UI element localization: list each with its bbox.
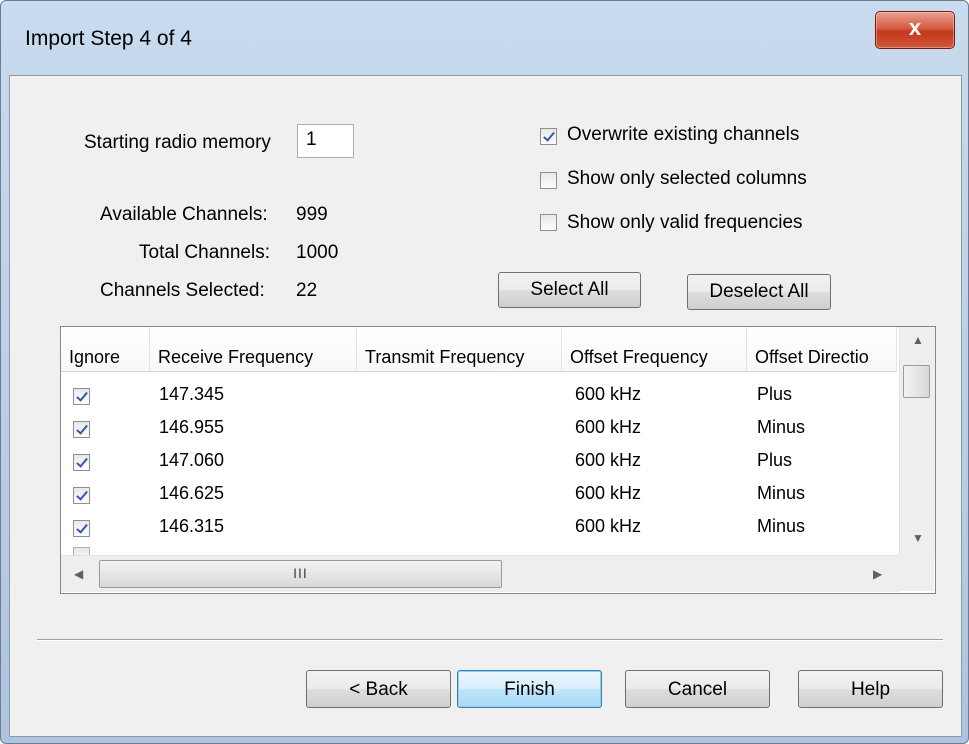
ignore-checkbox[interactable] <box>73 520 90 537</box>
selected-columns-label[interactable]: Show only selected columns <box>567 168 807 190</box>
horizontal-scroll-thumb[interactable]: III <box>99 560 502 588</box>
offset-cell: 600 kHz <box>575 384 642 404</box>
valid-frequencies-label[interactable]: Show only valid frequencies <box>567 212 803 234</box>
close-icon: x <box>908 15 922 40</box>
ignore-checkbox[interactable] <box>73 454 90 471</box>
offset-cell: 600 kHz <box>575 483 642 503</box>
starting-memory-input[interactable]: 1 <box>297 124 354 158</box>
arrow-right-icon[interactable]: ▶ <box>873 567 882 581</box>
direction-cell: Plus <box>757 450 793 470</box>
vertical-scroll-thumb[interactable] <box>903 365 930 398</box>
overwrite-checkbox[interactable] <box>540 128 557 145</box>
back-button[interactable]: < Back <box>306 670 451 708</box>
total-channels-label: Total Channels: <box>139 242 270 263</box>
channels-selected-value: 22 <box>296 280 318 301</box>
close-button[interactable]: x <box>875 11 955 49</box>
receive-cell: 147.345 <box>159 384 225 404</box>
ignore-checkbox[interactable] <box>73 547 90 555</box>
available-channels-label: Available Channels: <box>100 204 268 225</box>
receive-cell: 146.955 <box>159 417 225 437</box>
offset-cell: 600 kHz <box>575 450 642 470</box>
overwrite-label[interactable]: Overwrite existing channels <box>567 124 799 146</box>
window-title: Import Step 4 of 4 <box>25 27 192 50</box>
direction-cell: Minus <box>757 516 806 536</box>
table-row[interactable]: 146.955 600 kHz Minus <box>61 413 897 446</box>
import-dialog: Import Step 4 of 4 x Starting radio memo… <box>0 0 969 744</box>
direction-cell: Minus <box>757 417 806 437</box>
title-bar[interactable]: Import Step 4 of 4 x <box>1 1 968 75</box>
direction-cell: Plus <box>757 384 793 404</box>
column-header-receive[interactable]: Receive Frequency <box>150 327 357 371</box>
table-row[interactable]: 147.345 600 kHz Plus <box>61 380 897 413</box>
select-all-button[interactable]: Select All <box>498 272 641 308</box>
selected-columns-checkbox[interactable] <box>540 172 557 189</box>
direction-cell: Minus <box>757 483 806 503</box>
receive-cell: 146.315 <box>159 516 225 536</box>
dialog-body: Starting radio memory 1 Available Channe… <box>9 75 962 737</box>
receive-cell: 146.625 <box>159 483 225 503</box>
available-channels-value: 999 <box>296 204 328 225</box>
header-divider <box>61 371 897 372</box>
valid-frequencies-checkbox[interactable] <box>540 214 557 231</box>
channel-grid[interactable]: Ignore Receive Frequency Transmit Freque… <box>60 326 936 594</box>
arrow-left-icon[interactable]: ◀ <box>74 567 83 581</box>
offset-cell: 600 kHz <box>575 417 642 437</box>
receive-cell: 147.060 <box>159 450 225 470</box>
table-row[interactable]: 147.060 600 kHz Plus <box>61 446 897 479</box>
column-header-offset[interactable]: Offset Frequency <box>562 327 747 371</box>
arrow-up-icon[interactable]: ▲ <box>912 333 924 347</box>
table-row[interactable]: 146.625 600 kHz Minus <box>61 479 897 512</box>
column-header-transmit[interactable]: Transmit Frequency <box>357 327 562 371</box>
help-button[interactable]: Help <box>798 670 943 708</box>
table-row-partial[interactable] <box>61 545 897 555</box>
ignore-checkbox[interactable] <box>73 388 90 405</box>
channels-selected-label: Channels Selected: <box>100 280 265 301</box>
ignore-checkbox[interactable] <box>73 421 90 438</box>
ignore-checkbox[interactable] <box>73 487 90 504</box>
starting-memory-label: Starting radio memory <box>84 132 271 153</box>
table-row[interactable]: 146.315 600 kHz Minus <box>61 512 897 545</box>
separator <box>37 639 943 641</box>
scroll-corner <box>899 555 934 591</box>
vertical-scrollbar[interactable]: ▲ ▼ <box>899 327 935 555</box>
offset-cell: 600 kHz <box>575 516 642 536</box>
cancel-button[interactable]: Cancel <box>625 670 770 708</box>
total-channels-value: 1000 <box>296 242 339 263</box>
finish-button[interactable]: Finish <box>457 670 602 708</box>
arrow-down-icon[interactable]: ▼ <box>912 531 924 545</box>
column-header-ignore[interactable]: Ignore <box>61 327 150 371</box>
column-header-direction[interactable]: Offset Directio <box>747 327 897 371</box>
deselect-all-button[interactable]: Deselect All <box>687 274 831 310</box>
horizontal-scrollbar[interactable]: ◀ III ▶ <box>61 555 899 592</box>
